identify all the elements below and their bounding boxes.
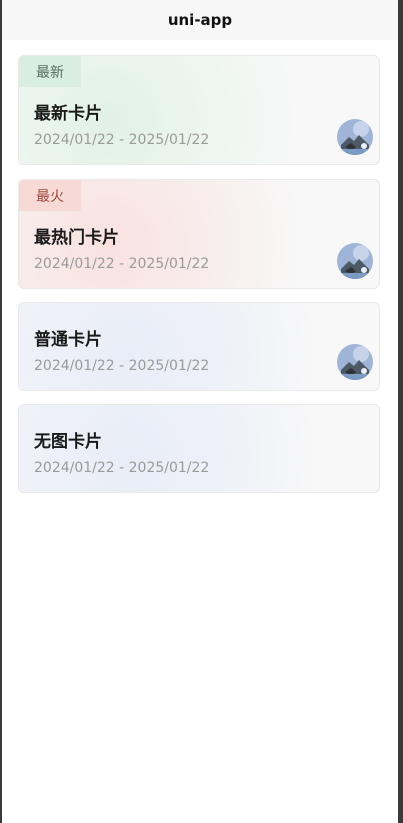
card-newest[interactable]: 最新 最新卡片 2024/01/22 - 2025/01/22 — [18, 55, 380, 165]
card-hottest[interactable]: 最火 最热门卡片 2024/01/22 - 2025/01/22 — [18, 179, 380, 289]
navigation-bar: uni-app — [2, 0, 398, 40]
card-thumbnail-image — [337, 344, 373, 380]
card-title: 最热门卡片 — [34, 228, 119, 248]
card-date: 2024/01/22 - 2025/01/22 — [34, 460, 210, 476]
tag-newest-badge: 最新 — [19, 56, 81, 87]
card-no-image[interactable]: 无图卡片 2024/01/22 - 2025/01/22 — [18, 404, 380, 493]
phone-screen: uni-app 最新 最新卡片 2024/01/22 - 2025/01/22 … — [2, 0, 398, 823]
card-title: 普通卡片 — [34, 330, 102, 350]
tag-hottest-badge: 最火 — [19, 180, 81, 211]
card-date: 2024/01/22 - 2025/01/22 — [34, 132, 210, 148]
card-normal[interactable]: 普通卡片 2024/01/22 - 2025/01/22 — [18, 302, 380, 391]
card-title: 最新卡片 — [34, 104, 102, 124]
card-thumbnail-image — [337, 119, 373, 155]
card-date: 2024/01/22 - 2025/01/22 — [34, 358, 210, 374]
card-thumbnail-image — [337, 243, 373, 279]
page-title: uni-app — [167, 11, 233, 29]
card-title: 无图卡片 — [34, 432, 102, 452]
card-date: 2024/01/22 - 2025/01/22 — [34, 256, 210, 272]
